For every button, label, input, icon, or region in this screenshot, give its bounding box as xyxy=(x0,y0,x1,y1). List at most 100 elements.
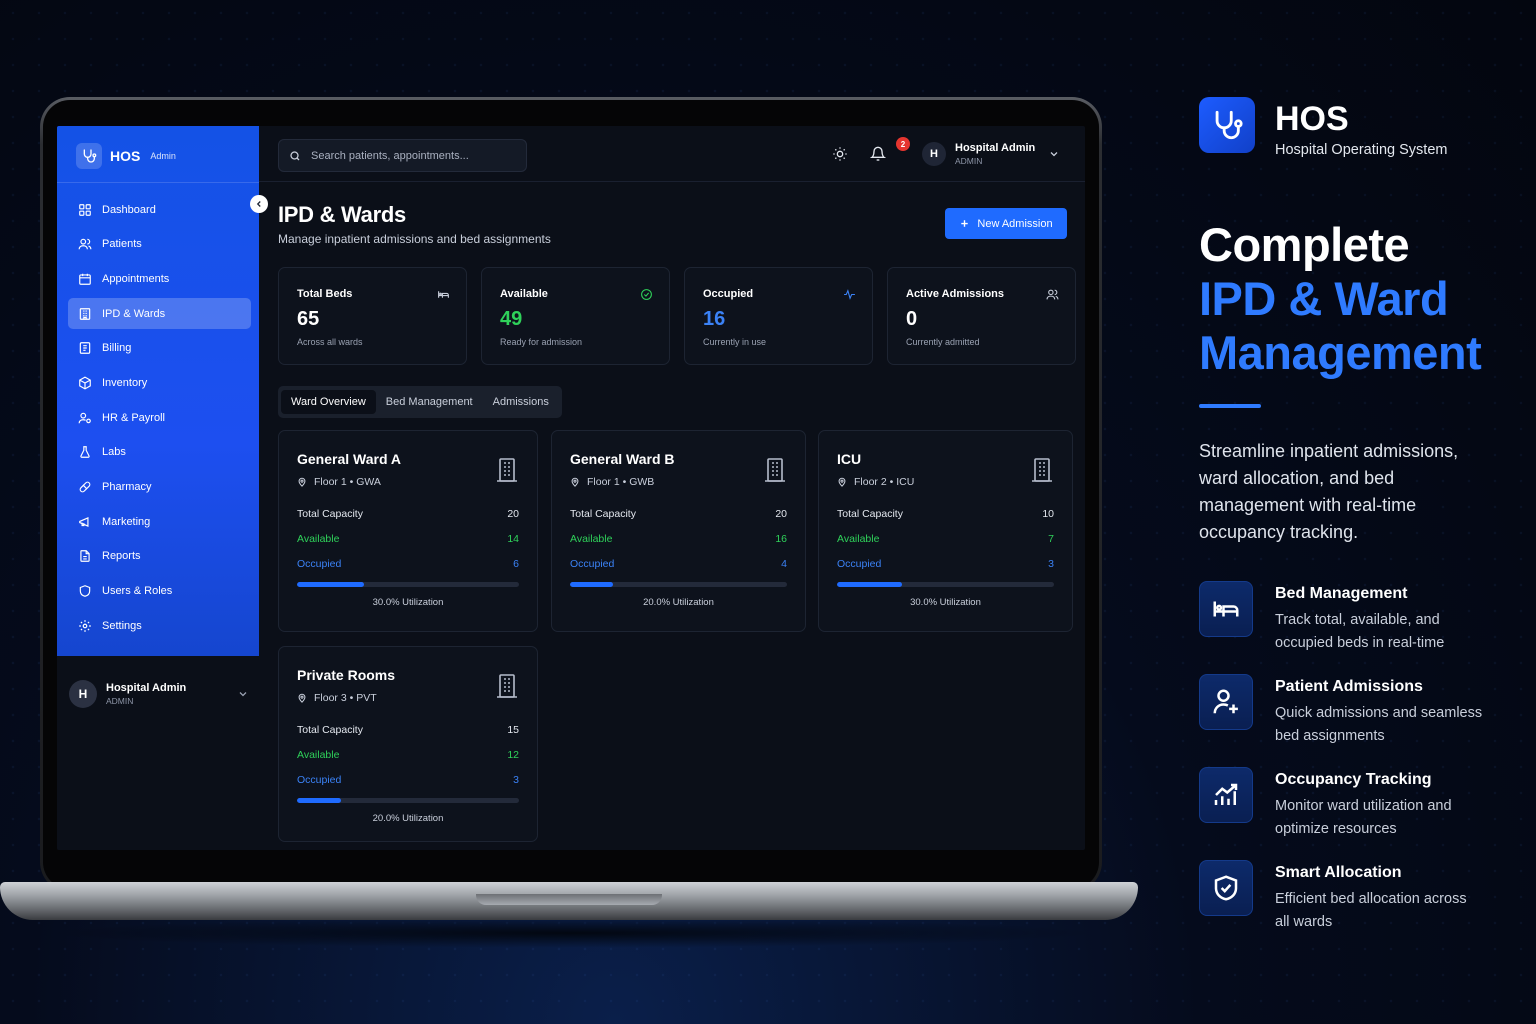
search-box[interactable] xyxy=(278,139,527,172)
topbar-user-menu[interactable]: H Hospital Admin ADMIN xyxy=(922,142,1060,166)
building-icon xyxy=(497,458,517,482)
row-label: Available xyxy=(297,749,340,761)
brand-sub: Admin xyxy=(150,151,176,161)
marketing-description: Streamline inpatient admissions, ward al… xyxy=(1199,441,1459,542)
avatar: H xyxy=(922,142,946,166)
stat-value: 16 xyxy=(703,308,726,330)
building-icon xyxy=(79,307,91,320)
ward-card-general-ward-b[interactable]: General Ward B Floor 1 • GWB Total Capac… xyxy=(551,430,806,632)
map-pin-icon xyxy=(298,477,306,487)
tab-bar: Ward Overview Bed Management Admissions xyxy=(278,386,562,418)
ward-location: Floor 1 • GWB xyxy=(570,476,787,488)
stat-value: 49 xyxy=(500,308,523,330)
sidebar-item-appointments[interactable]: Appointments xyxy=(68,263,251,294)
row-label: Total Capacity xyxy=(837,508,903,520)
stat-value: 0 xyxy=(906,308,918,330)
ward-available-row: Available 12 xyxy=(297,749,519,761)
stat-label: Available xyxy=(500,288,548,300)
sun-icon[interactable] xyxy=(832,146,848,162)
stats-row: Total Beds 65 Across all wards Available… xyxy=(278,267,1076,365)
app-screen: HOS Admin Dashboard Patients Appointment… xyxy=(57,126,1085,850)
sidebar-item-settings[interactable]: Settings xyxy=(68,610,251,641)
utilization-bar-fill xyxy=(570,582,614,587)
sidebar-item-label: Marketing xyxy=(102,515,151,528)
tab-ward-overview[interactable]: Ward Overview xyxy=(281,390,376,414)
sidebar-item-hr-payroll[interactable]: HR & Payroll xyxy=(68,402,251,433)
ward-card-icu[interactable]: ICU Floor 2 • ICU Total Capacity 10 Avail… xyxy=(818,430,1073,632)
map-pin-icon xyxy=(571,477,579,487)
stat-hint: Ready for admission xyxy=(500,337,583,347)
sidebar-item-label: Inventory xyxy=(102,376,148,389)
file-icon xyxy=(80,550,90,563)
calendar-icon xyxy=(79,273,91,285)
utilization-label: 30.0% Utilization xyxy=(372,597,444,608)
feature-description: Quick admissions and seamless bed assign… xyxy=(1275,705,1483,744)
building-icon xyxy=(497,674,517,698)
sidebar-item-ipd-wards[interactable]: IPD & Wards xyxy=(68,298,251,330)
feature-title: Occupancy Tracking xyxy=(1275,771,1432,788)
building-icon xyxy=(765,458,785,482)
sidebar-item-labs[interactable]: Labs xyxy=(68,437,251,468)
row-value: 10 xyxy=(1042,508,1054,520)
sidebar-user-menu[interactable]: H Hospital Admin ADMIN xyxy=(69,678,249,710)
ward-occupied-row: Occupied 6 xyxy=(297,558,519,570)
row-label: Occupied xyxy=(570,558,615,570)
sidebar-item-users-roles[interactable]: Users & Roles xyxy=(68,576,251,607)
ward-card-private-rooms[interactable]: Private Rooms Floor 3 • PVT Total Capaci… xyxy=(278,646,538,842)
sidebar: HOS Admin Dashboard Patients Appointment… xyxy=(57,126,259,850)
search-input[interactable] xyxy=(311,149,511,162)
row-label: Total Capacity xyxy=(297,724,363,736)
feature-title: Bed Management xyxy=(1275,585,1408,602)
ward-capacity-row: Total Capacity 15 xyxy=(297,724,519,736)
ward-card-general-ward-a[interactable]: General Ward A Floor 1 • GWA Total Capac… xyxy=(278,430,538,632)
topbar: 2 H Hospital Admin ADMIN xyxy=(259,126,1085,182)
sidebar-item-marketing[interactable]: Marketing xyxy=(68,506,251,537)
utilization-bar xyxy=(570,582,787,587)
pill-icon xyxy=(79,481,91,493)
stat-label: Total Beds xyxy=(297,288,353,300)
utilization-bar-fill xyxy=(837,582,903,587)
plus-icon xyxy=(961,220,969,227)
new-admission-button[interactable]: New Admission xyxy=(945,208,1067,239)
sidebar-item-label: Settings xyxy=(102,619,142,632)
sidebar-item-label: Patients xyxy=(102,238,142,251)
brand[interactable]: HOS Admin xyxy=(76,143,176,169)
tab-bed-management[interactable]: Bed Management xyxy=(376,390,483,414)
tab-admissions[interactable]: Admissions xyxy=(483,390,559,414)
stat-card-available: Available 49 Ready for admission xyxy=(481,267,670,365)
sidebar-item-pharmacy[interactable]: Pharmacy xyxy=(68,472,251,503)
ward-location-text: Floor 2 • ICU xyxy=(854,476,915,488)
row-value: 4 xyxy=(781,558,787,570)
user-plus-icon xyxy=(1199,674,1253,730)
laptop-shadow xyxy=(40,918,1100,948)
row-value: 6 xyxy=(513,558,519,570)
ward-title: General Ward A xyxy=(297,451,401,467)
building-icon xyxy=(1032,458,1052,482)
bell-icon[interactable] xyxy=(870,146,886,162)
sidebar-nav: Dashboard Patients Appointments IPD & Wa… xyxy=(68,194,251,645)
headline-line-1: Complete xyxy=(1199,218,1410,271)
sidebar-item-label: IPD & Wards xyxy=(102,307,166,320)
headline-line-2: IPD & Ward xyxy=(1199,272,1449,325)
ward-title: General Ward B xyxy=(570,451,675,467)
sidebar-item-billing[interactable]: Billing xyxy=(68,333,251,364)
stethoscope-icon xyxy=(76,143,102,169)
sidebar-item-dashboard[interactable]: Dashboard xyxy=(68,194,251,225)
notification-badge: 2 xyxy=(896,137,910,151)
sidebar-item-label: HR & Payroll xyxy=(102,411,165,424)
row-label: Occupied xyxy=(297,558,342,570)
sidebar-item-inventory[interactable]: Inventory xyxy=(68,367,251,398)
utilization-label: 20.0% Utilization xyxy=(372,813,444,824)
user-role: ADMIN xyxy=(955,156,983,166)
sidebar-item-label: Reports xyxy=(102,550,141,563)
sidebar-item-reports[interactable]: Reports xyxy=(68,541,251,572)
stat-hint: Across all wards xyxy=(297,337,363,347)
shield-check-icon xyxy=(1199,860,1253,916)
bed-icon xyxy=(438,291,449,298)
receipt-icon xyxy=(79,342,91,355)
ward-location-text: Floor 3 • PVT xyxy=(314,692,377,704)
sidebar-item-patients[interactable]: Patients xyxy=(68,229,251,260)
sidebar-collapse-button[interactable] xyxy=(250,195,268,213)
ward-location-text: Floor 1 • GWA xyxy=(314,476,381,488)
utilization-label: 20.0% Utilization xyxy=(643,597,714,608)
